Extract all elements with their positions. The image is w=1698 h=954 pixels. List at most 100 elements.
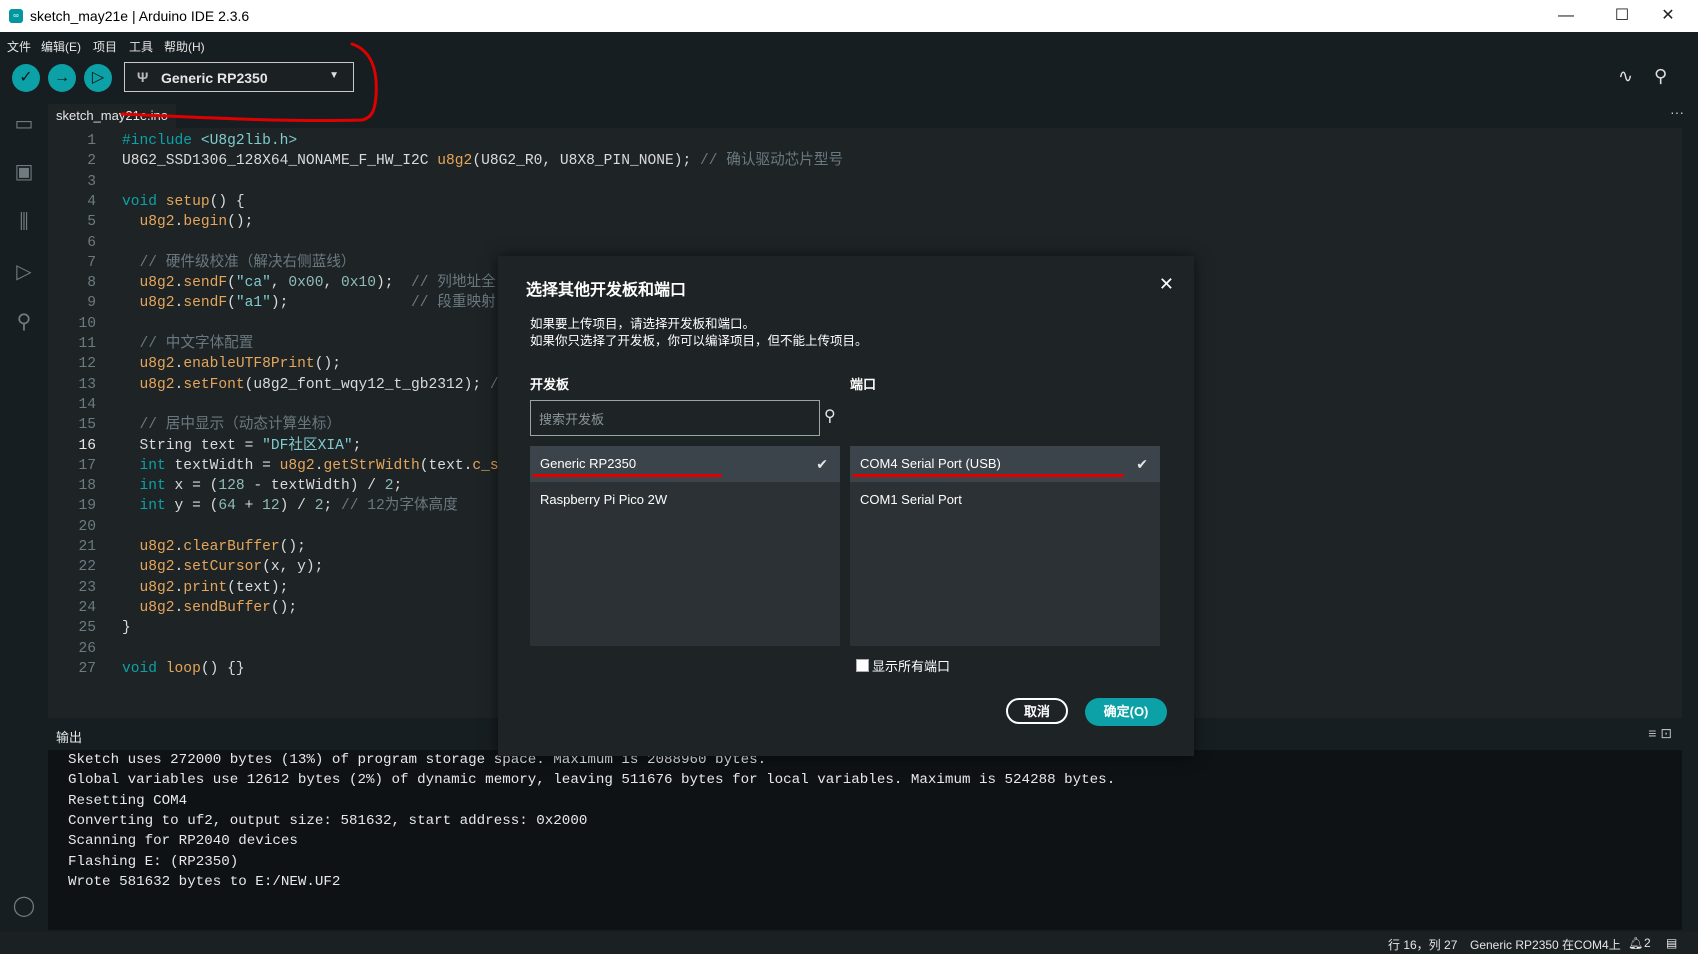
close-icon[interactable]: ✕ [1159,274,1174,295]
output-title: 输出 [56,730,83,745]
menu-edit[interactable]: 编辑(E) [41,38,81,55]
board-item-pico-2w[interactable]: Raspberry Pi Pico 2W [530,482,840,518]
line-number: 5 [87,214,96,231]
maximize-button[interactable]: ☐ [1602,4,1642,28]
line-number: 6 [87,234,96,251]
folder-icon[interactable]: ▭ [12,112,36,136]
panel-toggle-icon[interactable]: ▤ [1666,936,1677,950]
board-item-label: Generic RP2350 [540,456,637,471]
red-underline-port [852,474,1124,477]
line-number: 17 [78,457,96,474]
close-window-button[interactable]: ✕ [1648,4,1688,28]
board-search-input[interactable]: 搜索开发板 [530,400,820,436]
minimize-button[interactable]: — [1546,4,1586,28]
output-line: Wrote 581632 bytes to E:/NEW.UF2 [68,873,341,890]
line-number: 25 [78,620,96,637]
line-number: 27 [78,660,96,677]
arduino-app-icon: ∞ [9,9,23,23]
line-number: 15 [78,417,96,434]
boards-manager-icon[interactable]: ▣ [12,160,36,184]
code-text: String text = "DF社区XIA"; [122,437,362,454]
line-number: 23 [78,579,96,596]
show-all-ports-checkbox[interactable]: 显示所有端口 [856,656,950,675]
arduino-ide-window: ∞ sketch_may21e | Arduino IDE 2.3.6 — ☐ … [0,0,1698,954]
notification-count[interactable]: 2 [1644,936,1651,950]
code-text: int y = (64 + 12) / 2; // 12为字体高度 [139,498,458,515]
line-number: 2 [87,153,96,170]
board-port-status[interactable]: Generic RP2350 在COM4上 [1470,936,1621,953]
scrollbar[interactable] [1682,128,1698,932]
title-bar: ∞ sketch_may21e | Arduino IDE 2.3.6 — ☐ … [0,0,1698,32]
output-line: Global variables use 12612 bytes (2%) of… [68,772,1116,789]
select-board-port-dialog: 选择其他开发板和端口 ✕ 如果要上传项目，请选择开发板和端口。 如果你只选择了开… [498,256,1194,756]
menu-file[interactable]: 文件 [7,38,31,55]
cancel-button[interactable]: 取消 [1006,698,1068,724]
notification-bell-icon[interactable]: 🔔︎ [1628,936,1643,950]
code-text: u8g2.print(text); [139,579,289,596]
serial-plotter-icon[interactable]: ∿ [1618,66,1633,87]
sidebar: ▭ ▣ ⫼ ▷ ⚲ ◯ [0,104,48,934]
port-item-com1[interactable]: COM1 Serial Port [850,482,1160,518]
line-number: 4 [87,193,96,210]
ok-button[interactable]: 确定(O) [1085,698,1167,726]
output-line: Scanning for RP2040 devices [68,833,298,850]
cursor-position: 行 16，列 27 [1388,938,1458,952]
output-console[interactable]: Sketch uses 272000 bytes (13%) of progra… [48,750,1682,930]
library-manager-icon[interactable]: ⫼ [12,210,36,234]
board-item-label: Raspberry Pi Pico 2W [540,492,668,507]
code-text: void loop() {} [122,660,245,677]
code-text: u8g2.sendF("ca", 0x00, 0x10); // 列地址全 [139,275,496,292]
code-text: u8g2.setCursor(x, y); [139,559,324,576]
code-text: void setup() { [122,193,245,210]
line-number: 26 [78,640,96,657]
line-number: 19 [78,498,96,515]
port-item-label: COM1 Serial Port [860,492,962,507]
line-number: 8 [87,275,96,292]
debug-sidebar-icon[interactable]: ▷ [12,260,36,284]
account-icon[interactable]: ◯ [12,894,36,918]
line-number: 18 [78,478,96,495]
line-number: 16 [78,437,96,454]
port-item-label: COM4 Serial Port (USB) [860,456,1001,471]
line-number: 7 [87,254,96,271]
ports-column-label: 端口 [850,377,877,392]
line-number: 12 [78,356,96,373]
verify-button[interactable]: ✓ [12,64,40,92]
code-text: U8G2_SSD1306_128X64_NONAME_F_HW_I2C u8g2… [122,153,844,170]
check-icon: ✓ [19,69,33,86]
code-text: // 居中显示（动态计算坐标） [139,417,341,434]
output-line: Flashing E: (RP2350) [68,853,239,870]
search-icon[interactable]: ⚲ [824,406,836,426]
code-text: int x = (128 - textWidth) / 2; [139,478,403,495]
serial-monitor-icon[interactable]: ⚲ [1654,66,1667,87]
search-icon[interactable]: ⚲ [12,310,36,334]
checkbox-box[interactable] [856,659,869,672]
line-number: 10 [78,315,96,332]
dialog-desc-line-2: 如果你只选择了开发板，你可以编译项目，但不能上传项目。 [530,334,868,348]
code-text: u8g2.clearBuffer(); [139,539,306,555]
line-number: 20 [78,518,96,535]
show-all-ports-label: 显示所有端口 [872,659,951,674]
line-number: 13 [78,376,96,393]
arrow-right-icon: → [54,69,70,86]
code-text: int textWidth = u8g2.getStrWidth(text.c_… [139,457,499,474]
output-line: Converting to uf2, output size: 581632, … [68,812,588,829]
line-number: 3 [87,173,96,190]
code-text: u8g2.enableUTF8Print(); [139,356,341,373]
upload-button[interactable]: → [48,64,76,92]
line-number: 21 [78,539,96,555]
dialog-desc-line-1: 如果要上传项目，请选择开发板和端口。 [530,317,756,331]
more-icon[interactable]: ··· [1670,104,1684,120]
line-number: 14 [78,396,96,413]
clear-output-icon[interactable]: ≡ ⊡ [1648,725,1672,742]
status-bar: 行 16，列 27 Generic RP2350 在COM4上 🔔︎ 2 ▤ [0,932,1698,954]
output-line: Resetting COM4 [68,792,188,809]
line-number: 24 [78,599,96,616]
code-text: // 硬件级校准（解决右侧蓝线） [139,254,356,271]
line-number: 9 [87,295,96,312]
code-text: u8g2.sendF("a1"); // 段重映射 [139,295,496,312]
dialog-description: 如果要上传项目，请选择开发板和端口。 如果你只选择了开发板，你可以编译项目，但不… [530,316,868,350]
code-text: u8g2.sendBuffer(); [139,599,298,616]
boards-column-label: 开发板 [530,377,570,392]
code-text: } [122,620,131,637]
